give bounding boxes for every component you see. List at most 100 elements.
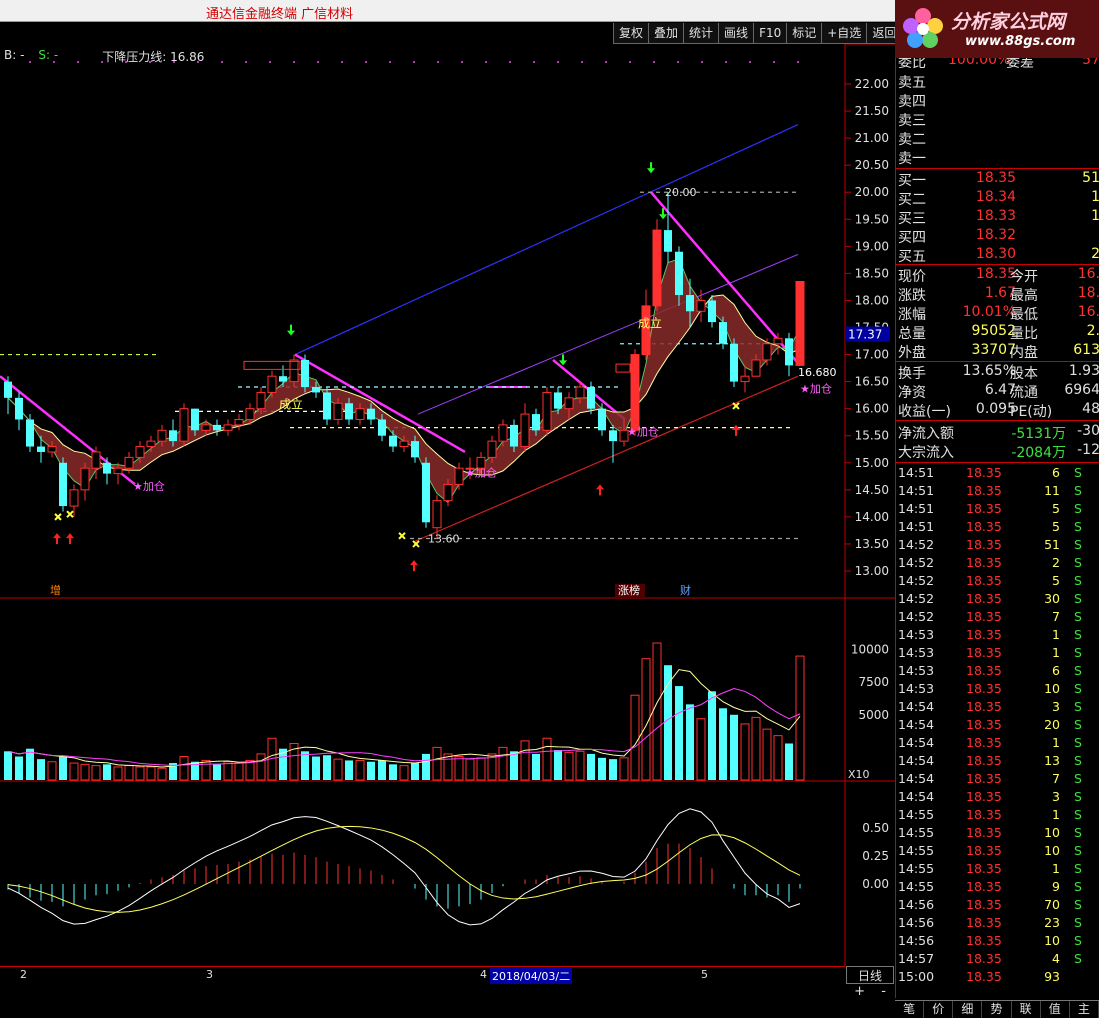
kline-chart[interactable]: 22.00 21.50 21.00 20.50 20.00 19.50 19.00 18.50… — [0, 44, 895, 966]
tick-price: 18.35 — [966, 465, 1002, 480]
tick-direction: S — [1074, 717, 1082, 732]
candle-body — [719, 322, 727, 344]
price-tick-label: 21.50 — [855, 104, 889, 118]
volume-bar — [389, 764, 397, 780]
tick-price: 18.35 — [966, 969, 1002, 984]
price-tick-label: 20.00 — [855, 185, 889, 199]
f10-button[interactable]: F10 — [753, 23, 788, 44]
buy-arrow-icon — [732, 424, 740, 436]
signal-dot — [533, 61, 535, 63]
stat-label: 内盘 — [1010, 345, 1038, 361]
period-selector[interactable]: 日线 — [846, 966, 894, 984]
weicha-label: 委差 — [1006, 58, 1034, 71]
volume-bar — [564, 752, 574, 781]
price-tick-label: 18.50 — [855, 266, 889, 280]
tab-detail[interactable]: 细 — [953, 1001, 983, 1018]
candlesticks — [4, 192, 805, 539]
overlay-button[interactable]: 叠加 — [648, 23, 685, 44]
volume-bar — [146, 766, 156, 781]
signal-dot — [725, 61, 727, 63]
volume-bar — [223, 761, 233, 781]
volume-bar — [367, 761, 375, 780]
signal-dot — [605, 61, 607, 63]
add-watchlist-button[interactable]: +自选 — [821, 23, 868, 44]
buy-level-volume: 2 — [1038, 246, 1099, 262]
price-tick-label: 18.00 — [855, 293, 889, 307]
volume-bar — [124, 765, 134, 781]
sell-level-label: 卖三 — [898, 113, 926, 129]
volume-bar — [785, 743, 793, 780]
app-title: 通达信金融终端 广信材料 — [206, 7, 354, 22]
tick-direction: S — [1074, 663, 1082, 678]
candle-body — [256, 391, 266, 410]
detail-tabs: 笔 价 细 势 联 值 主 — [895, 1000, 1099, 1018]
tick-price: 18.35 — [966, 681, 1002, 696]
macd-dea-line — [7, 825, 801, 913]
fundamental-row: 净资 6.47 流通 6964 — [898, 382, 1099, 401]
tick-direction: S — [1074, 753, 1082, 768]
tick-direction: S — [1074, 591, 1082, 606]
volume-bar — [201, 759, 211, 781]
tick-time: 14:54 — [898, 699, 935, 714]
tick-direction: S — [1074, 879, 1082, 894]
stat-label: 外盘 — [898, 345, 926, 361]
stat-label: 收益(一) — [898, 404, 951, 420]
stat-value: 95052 — [971, 323, 1016, 339]
stat-value: 16. — [1077, 266, 1099, 282]
tick-time: 14:52 — [898, 555, 935, 570]
buy-level-label: 买一 — [898, 173, 926, 189]
candle-body — [169, 430, 177, 442]
tab-ticks[interactable]: 笔 — [895, 1001, 925, 1018]
candle-body — [47, 446, 57, 453]
volume-bar — [256, 753, 266, 781]
tick-price: 18.35 — [966, 609, 1002, 624]
zoom-out-button[interactable]: - — [881, 984, 886, 999]
tick-row: 14:52 18.35 7 S — [896, 609, 1099, 627]
draw-line-button[interactable]: 画线 — [718, 23, 755, 44]
volume-bar — [498, 746, 508, 781]
tick-row: 14:53 18.35 1 S — [896, 627, 1099, 645]
volume-unit-label: X10 — [848, 768, 870, 781]
volume-bar — [454, 756, 464, 781]
signal-dot — [413, 61, 415, 63]
cross-mark-icon — [54, 513, 62, 521]
tab-value[interactable]: 值 — [1041, 1001, 1070, 1018]
volume-bar — [554, 750, 562, 780]
volume-bar — [476, 757, 486, 781]
price-tick-label: 22.00 — [855, 77, 889, 91]
restore-rights-button[interactable]: 复权 — [613, 23, 650, 44]
volume-bar — [113, 766, 123, 781]
flower-logo-icon — [903, 8, 943, 48]
tick-time: 14:52 — [898, 609, 935, 624]
kline-chart-area[interactable]: 22.00 21.50 21.00 20.50 20.00 19.50 19.00 18.50… — [0, 44, 895, 984]
zoom-in-button[interactable]: + — [854, 984, 865, 999]
established-label: 成立 — [638, 316, 662, 331]
volume-bar — [652, 642, 662, 781]
signal-dot — [797, 61, 799, 63]
tab-trend[interactable]: 势 — [982, 1001, 1012, 1018]
volume-bar — [609, 759, 617, 780]
buy-level-price: 18.30 — [975, 246, 1016, 262]
tick-time: 14:52 — [898, 537, 935, 552]
statistics-button[interactable]: 统计 — [683, 23, 720, 44]
tick-price: 18.35 — [966, 861, 1002, 876]
candle-body — [708, 300, 716, 323]
tab-price[interactable]: 价 — [924, 1001, 954, 1018]
volume-bar — [411, 763, 419, 780]
mark-button[interactable]: 标记 — [786, 23, 823, 44]
tick-row: 14:55 18.35 1 S — [896, 861, 1099, 879]
candle-body — [686, 295, 694, 312]
tick-price: 18.35 — [966, 843, 1002, 858]
signal-dot — [629, 61, 631, 63]
tick-price: 18.35 — [966, 879, 1002, 894]
tick-row: 14:56 18.35 23 S — [896, 915, 1099, 933]
stat-label: 净资 — [898, 385, 926, 401]
tick-direction: S — [1074, 897, 1082, 912]
tick-time: 14:51 — [898, 483, 935, 498]
tick-direction: S — [1074, 915, 1082, 930]
tab-linked[interactable]: 联 — [1012, 1001, 1041, 1018]
add-position-label: ★加仓 — [133, 479, 165, 493]
tab-main[interactable]: 主 — [1070, 1001, 1099, 1018]
tick-direction: S — [1074, 735, 1082, 750]
macd-dif-line — [7, 808, 801, 926]
